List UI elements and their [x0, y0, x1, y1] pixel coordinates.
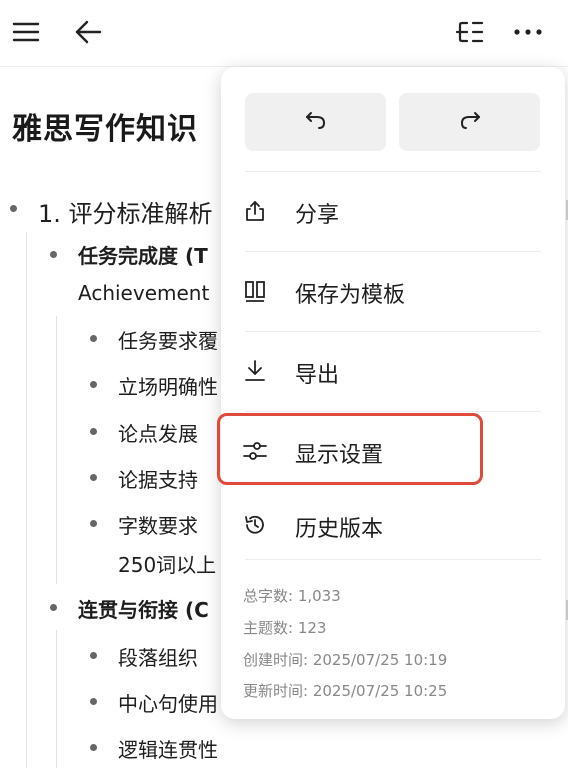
bullet-dot: [10, 205, 17, 212]
word-count: 总字数: 1,033: [243, 587, 341, 605]
menu-item-label: 导出: [295, 363, 340, 388]
outline-guide-line: [56, 316, 57, 584]
bullet-dot: [90, 698, 97, 705]
download-icon: [241, 357, 269, 385]
outline-node-text[interactable]: 逻辑连贯性: [118, 734, 218, 763]
more-horizontal-icon[interactable]: [510, 14, 546, 50]
outline-node-text[interactable]: 任务完成度 (T: [78, 240, 208, 269]
undo-button[interactable]: [245, 93, 386, 151]
bullet-dot: [90, 652, 97, 659]
updated-time: 更新时间: 2025/07/25 10:25: [243, 682, 448, 700]
bullet-dot: [90, 520, 97, 527]
outline-node-text[interactable]: 段落组织: [118, 642, 198, 671]
outline-node-text[interactable]: 立场明确性: [118, 371, 218, 400]
outline-node-text[interactable]: 论据支持: [118, 464, 198, 493]
outline-node-text[interactable]: 字数要求: [118, 510, 198, 539]
redo-icon: [458, 109, 482, 135]
bullet-dot: [50, 604, 57, 611]
menu-item-label: 分享: [295, 203, 340, 228]
created-time: 创建时间: 2025/07/25 10:19: [243, 651, 448, 669]
template-icon: [241, 277, 269, 305]
menu-item-label: 保存为模板: [295, 283, 406, 308]
menu-item-history[interactable]: 历史版本: [221, 495, 565, 555]
bullet-dot: [90, 381, 97, 388]
document-title: 雅思写作知识: [12, 112, 198, 147]
outline-guide-line: [26, 232, 27, 768]
menu-divider: [245, 251, 541, 252]
bullet-dot: [90, 335, 97, 342]
menu-item-label: 历史版本: [295, 517, 384, 542]
menu-item-save-template[interactable]: 保存为模板: [221, 261, 565, 321]
menu-item-share[interactable]: 分享: [221, 181, 565, 241]
menu-divider: [245, 559, 541, 560]
outline-node-text[interactable]: 连贯与衔接 (C: [78, 594, 209, 623]
menu-item-export[interactable]: 导出: [221, 341, 565, 401]
menu-divider: [245, 331, 541, 332]
share-icon: [241, 197, 269, 225]
menu-divider: [245, 171, 541, 172]
topic-count: 主题数: 123: [243, 619, 327, 637]
outline-toggle-icon[interactable]: [452, 14, 488, 50]
outline-node-text[interactable]: 1. 评分标准解析: [38, 194, 213, 229]
history-icon: [241, 511, 269, 539]
top-toolbar: [0, 0, 568, 66]
outline-node-text[interactable]: 250词以上: [118, 549, 216, 578]
bullet-dot: [90, 474, 97, 481]
hamburger-icon[interactable]: [8, 14, 44, 50]
undo-icon: [304, 109, 328, 135]
outline-guide-line: [56, 630, 57, 768]
highlight-box: [217, 413, 483, 485]
bullet-dot: [90, 428, 97, 435]
outline-node-text[interactable]: 中心句使用: [118, 688, 218, 717]
redo-button[interactable]: [399, 93, 540, 151]
more-menu-popup: 分享 保存为模板 导出 显示设置 历史版本 总字数: 1,033 主题数: 12…: [217, 67, 565, 719]
bullet-dot: [90, 744, 97, 751]
outline-node-text[interactable]: 任务要求覆: [118, 325, 218, 354]
arrow-left-icon[interactable]: [70, 14, 106, 50]
bullet-dot: [50, 251, 57, 258]
outline-node-text[interactable]: Achievement: [78, 281, 209, 305]
menu-divider: [245, 411, 541, 412]
outline-node-text[interactable]: 论点发展: [118, 418, 198, 447]
